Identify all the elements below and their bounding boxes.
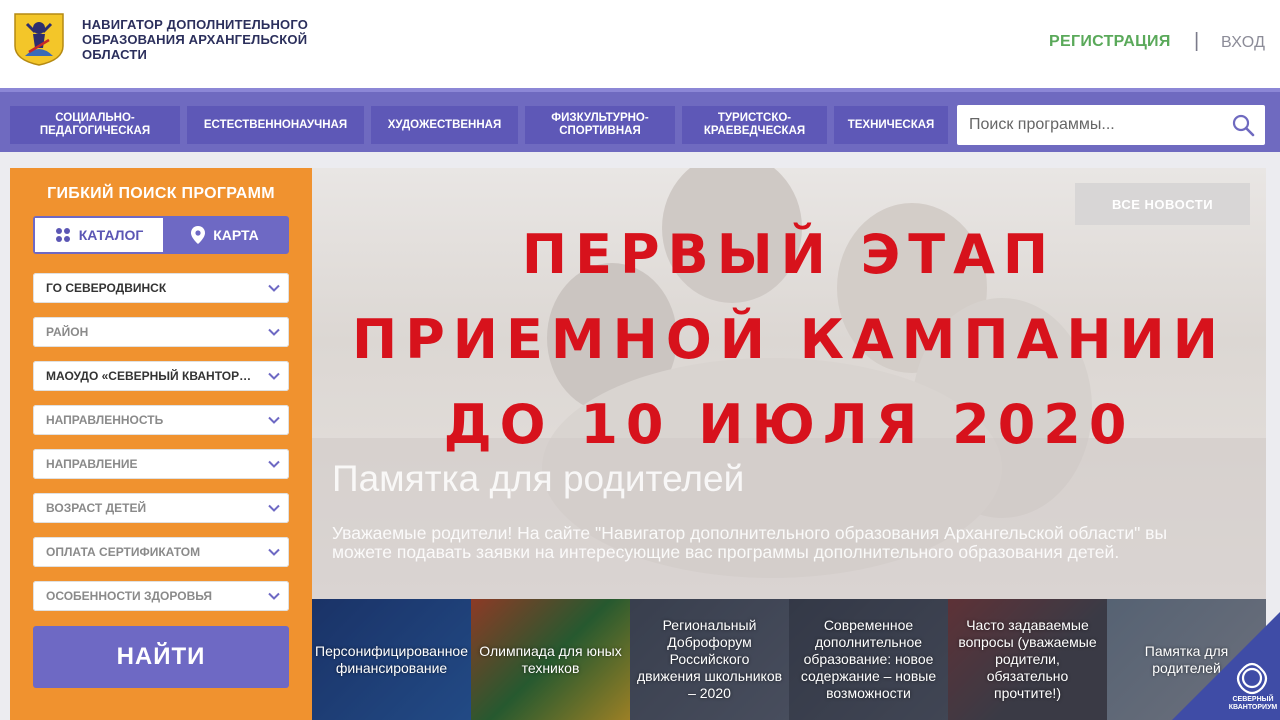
select-city-value: ГО СЕВЕРОДВИНСК <box>46 281 167 295</box>
news-tile[interactable]: Региональный Доброфорум Российского движ… <box>630 599 789 720</box>
login-link[interactable]: ВХОД <box>1221 34 1265 52</box>
view-toggle: КАТАЛОГ КАРТА <box>33 216 289 254</box>
all-news-button[interactable]: ВСЕ НОВОСТИ <box>1075 183 1250 225</box>
news-slider[interactable]: ВСЕ НОВОСТИ ПЕРВЫЙ ЭТАП ПРИЕМНОЙ КАМПАНИ… <box>312 168 1266 599</box>
select-certificate-payment[interactable]: ОПЛАТА СЕРТИФИКАТОМ <box>33 537 289 567</box>
program-search <box>957 105 1265 145</box>
news-tiles: Персонифицированное финансирование Олимп… <box>312 599 1266 720</box>
category-nav: СОЦИАЛЬНО-ПЕДАГОГИЧЕСКАЯ ЕСТЕСТВЕННОНАУЧ… <box>0 88 1280 152</box>
register-link[interactable]: РЕГИСТРАЦИЯ <box>1049 33 1171 51</box>
headline-line-3: ДО 10 ИЮЛЯ 2020 <box>443 393 1135 456</box>
chevron-down-icon <box>268 328 280 336</box>
map-label: КАРТА <box>213 227 259 243</box>
select-direction[interactable]: НАПРАВЛЕНИЕ <box>33 449 289 479</box>
chevron-down-icon <box>268 592 280 600</box>
select-focus-value: НАПРАВЛЕННОСТЬ <box>46 413 164 427</box>
nav-item-artistic[interactable]: ХУДОЖЕСТВЕННАЯ <box>371 106 518 144</box>
select-health-features-value: ОСОБЕННОСТИ ЗДОРОВЬЯ <box>46 589 213 603</box>
select-organization[interactable]: МАОУДО «СЕВЕРНЫЙ КВАНТОРИУМ» <box>33 361 289 391</box>
chevron-down-icon <box>268 284 280 292</box>
select-direction-value: НАПРАВЛЕНИЕ <box>46 457 138 471</box>
nav-item-technical[interactable]: ТЕХНИЧЕСКАЯ <box>834 106 948 144</box>
nav-item-social-pedagogical[interactable]: СОЦИАЛЬНО-ПЕДАГОГИЧЕСКАЯ <box>10 106 180 144</box>
find-button[interactable]: НАЙТИ <box>33 626 289 688</box>
kvantorium-logo-text: СЕВЕРНЫЙ КВАНТОРИУМ <box>1228 696 1278 711</box>
news-tile-title: Олимпиада для юных техников <box>479 642 622 676</box>
search-input[interactable] <box>957 105 1222 145</box>
news-tile[interactable]: Олимпиада для юных техников <box>471 599 630 720</box>
chevron-down-icon <box>268 548 280 556</box>
panel-title: ГИБКИЙ ПОИСК ПРОГРАММ <box>47 185 275 202</box>
search-icon[interactable] <box>1231 113 1255 137</box>
catalog-tab[interactable]: КАТАЛОГ <box>35 218 163 252</box>
nav-item-natural-science[interactable]: ЕСТЕСТВЕННОНАУЧНАЯ <box>187 106 364 144</box>
news-tile-title: Современное дополнительное образование: … <box>800 617 937 701</box>
brand-title[interactable]: НАВИГАТОР ДОПОЛНИТЕЛЬНОГО ОБРАЗОВАНИЯ АР… <box>82 17 342 62</box>
select-city[interactable]: ГО СЕВЕРОДВИНСК <box>33 273 289 303</box>
news-tile-title: Персонифицированное финансирование <box>315 642 468 676</box>
select-district-value: РАЙОН <box>46 325 89 339</box>
select-organization-value: МАОУДО «СЕВЕРНЫЙ КВАНТОРИУМ» <box>46 369 256 383</box>
headline-line-2: ПРИЕМНОЙ КАМПАНИИ <box>352 308 1226 371</box>
site-header: НАВИГАТОР ДОПОЛНИТЕЛЬНОГО ОБРАЗОВАНИЯ АР… <box>0 0 1280 88</box>
flexible-search-panel: ГИБКИЙ ПОИСК ПРОГРАММ КАТАЛОГ КАРТА ГО С… <box>10 168 312 720</box>
map-tab[interactable]: КАРТА <box>163 218 287 252</box>
select-age[interactable]: ВОЗРАСТ ДЕТЕЙ <box>33 493 289 523</box>
coat-of-arms-logo[interactable] <box>13 12 65 66</box>
nav-item-sports[interactable]: ФИЗКУЛЬТУРНО-СПОРТИВНАЯ <box>525 106 675 144</box>
select-health-features[interactable]: ОСОБЕННОСТИ ЗДОРОВЬЯ <box>33 581 289 611</box>
select-focus[interactable]: НАПРАВЛЕННОСТЬ <box>33 405 289 435</box>
grid-dots-icon <box>55 228 70 242</box>
news-tile[interactable]: Часто задаваемые вопросы (уважаемые роди… <box>948 599 1107 720</box>
select-district[interactable]: РАЙОН <box>33 317 289 347</box>
news-description: Уважаемые родители! На сайте "Навигатор … <box>332 523 1168 562</box>
chevron-down-icon <box>268 504 280 512</box>
chevron-down-icon <box>268 416 280 424</box>
chevron-down-icon <box>268 372 280 380</box>
header-separator: | <box>1194 30 1200 52</box>
news-tile[interactable]: Персонифицированное финансирование <box>312 599 471 720</box>
news-title[interactable]: Памятка для родителей <box>332 458 744 500</box>
select-age-value: ВОЗРАСТ ДЕТЕЙ <box>46 501 147 515</box>
select-certificate-payment-value: ОПЛАТА СЕРТИФИКАТОМ <box>46 545 201 559</box>
map-pin-icon <box>191 226 206 244</box>
chevron-down-icon <box>268 460 280 468</box>
catalog-label: КАТАЛОГ <box>78 227 144 243</box>
news-tile-title: Региональный Доброфорум Российского движ… <box>636 617 783 701</box>
headline-line-1: ПЕРВЫЙ ЭТАП <box>521 223 1057 286</box>
news-tile-title: Часто задаваемые вопросы (уважаемые роди… <box>958 617 1097 701</box>
news-tile[interactable]: Современное дополнительное образование: … <box>789 599 948 720</box>
nav-item-tourism[interactable]: ТУРИСТСКО-КРАЕВЕДЧЕСКАЯ <box>682 106 827 144</box>
